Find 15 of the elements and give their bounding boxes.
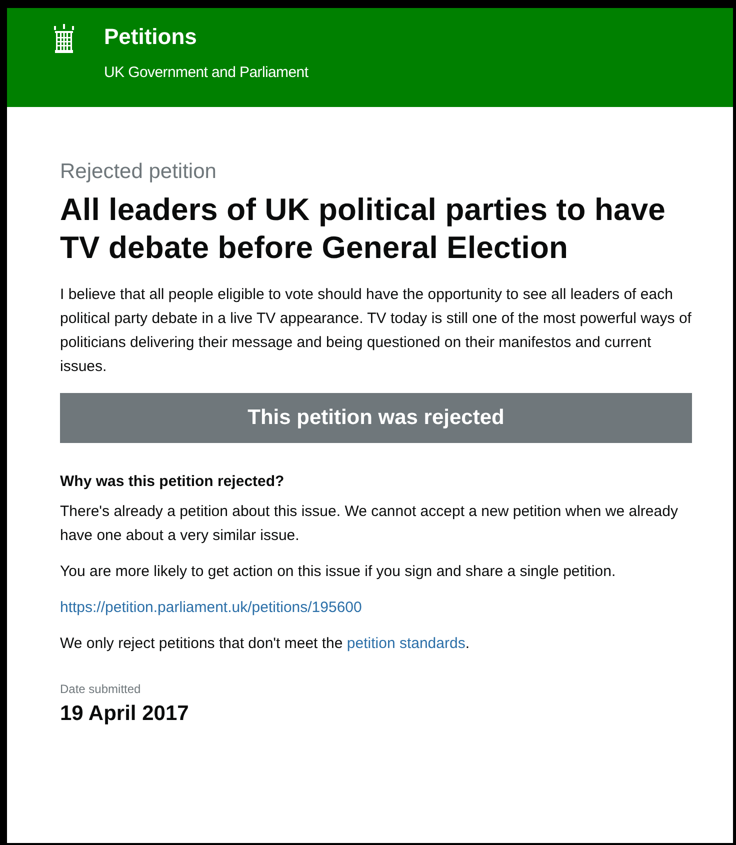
- petition-description: I believe that all people eligible to vote should have the opportunity to see all leaders of each political party debate in a live TV appearance. TV today is still one of the most powerful ways of politicians delivering their message and being questioned on their manifestos and current issues.: [60, 285, 692, 377]
- portcullis-icon: [53, 24, 75, 56]
- standards-link[interactable]: petition standards: [346, 635, 466, 652]
- petition-title: All leaders of UK political parties to have TV debate before General Election: [60, 191, 667, 267]
- standards-note: We only reject petitions that don't meet the petition standards.: [60, 634, 471, 654]
- date-value: 19 April 2017: [60, 702, 190, 726]
- site-subtitle: UK Government and Parliament: [104, 64, 308, 81]
- rejection-reason: You are more likely to get action on this issue if you sign and share a single petition.: [60, 562, 617, 582]
- petition-status: Rejected petition: [60, 159, 218, 185]
- rejection-reason: There's already a petition about this issue. We cannot accept a new petition when we already have one about a very similar issue.: [60, 502, 679, 546]
- rejection-heading: Why was this petition rejected?: [60, 473, 286, 490]
- rejected-banner: This petition was rejected: [60, 393, 692, 443]
- date-label: Date submitted: [60, 682, 142, 696]
- site-title[interactable]: Petitions: [104, 24, 308, 50]
- petition-link[interactable]: https://petition.parliament.uk/petitions/195600: [60, 599, 362, 616]
